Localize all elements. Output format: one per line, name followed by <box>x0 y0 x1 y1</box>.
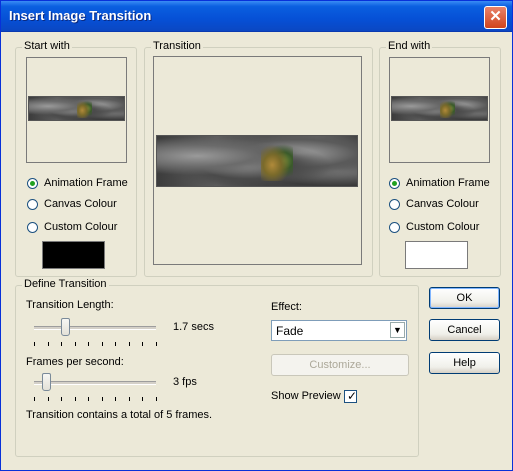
start-option-label: Animation Frame <box>44 177 128 189</box>
define-transition-title: Define Transition <box>22 278 109 290</box>
slider-tick <box>101 342 103 346</box>
start-option-canvas-colour[interactable]: Canvas Colour <box>27 197 117 211</box>
end-custom-colour-swatch[interactable] <box>405 241 468 269</box>
start-option-animation-frame[interactable]: Animation Frame <box>27 176 128 190</box>
slider-tick <box>88 397 90 401</box>
transition-group: Transition <box>144 40 373 277</box>
slider-tick <box>128 342 130 346</box>
start-frame-preview <box>26 57 127 163</box>
end-frame-trees <box>439 99 455 118</box>
slider-tick <box>128 397 130 401</box>
transition-length-value: 1.7 secs <box>173 321 214 333</box>
end-option-label: Custom Colour <box>406 221 480 233</box>
help-button[interactable]: Help <box>429 352 500 374</box>
start-option-custom-colour[interactable]: Custom Colour <box>27 220 117 234</box>
frame-total-summary: Transition contains a total of 5 frames. <box>26 409 213 421</box>
start-custom-colour-swatch[interactable] <box>42 241 105 269</box>
chevron-down-icon[interactable]: ▼ <box>390 322 405 338</box>
end-option-animation-frame[interactable]: Animation Frame <box>389 176 490 190</box>
slider-tick <box>61 342 63 346</box>
end-option-label: Canvas Colour <box>406 198 479 210</box>
slider-tick <box>115 397 117 401</box>
start-radio-animation-frame[interactable] <box>27 177 38 189</box>
transition-length-track <box>34 326 156 330</box>
end-option-custom-colour[interactable]: Custom Colour <box>389 220 479 234</box>
start-radio-custom-colour[interactable] <box>27 221 38 233</box>
slider-tick <box>88 342 90 346</box>
end-frame-preview <box>389 57 490 163</box>
end-with-title: End with <box>386 40 433 52</box>
frames-per-second-value: 3 fps <box>173 376 197 388</box>
end-frame-image <box>391 96 488 121</box>
slider-tick <box>74 342 76 346</box>
start-option-label: Custom Colour <box>44 221 118 233</box>
end-option-canvas-colour[interactable]: Canvas Colour <box>389 197 479 211</box>
start-frame-trees <box>76 99 92 118</box>
start-frame-image <box>28 96 125 121</box>
dialog-body: Start with Animation Frame Canvas Colour… <box>1 32 512 470</box>
start-option-label: Canvas Colour <box>44 198 117 210</box>
start-with-group: Start with Animation Frame Canvas Colour… <box>15 40 137 277</box>
ok-button[interactable]: OK <box>429 287 500 309</box>
transition-length-label: Transition Length: <box>26 299 114 311</box>
start-with-title: Start with <box>22 40 72 52</box>
dialog-window: Insert Image Transition ✕ Start with Ani… <box>0 0 513 471</box>
slider-tick <box>61 397 63 401</box>
slider-tick <box>74 397 76 401</box>
show-preview-checkbox[interactable]: ✓ <box>344 389 358 403</box>
slider-tick <box>142 397 144 401</box>
customize-button[interactable]: Customize... <box>271 354 409 376</box>
slider-tick <box>47 397 49 401</box>
title-bar[interactable]: Insert Image Transition ✕ <box>1 1 512 32</box>
check-icon: ✓ <box>347 389 358 403</box>
start-radio-canvas-colour[interactable] <box>27 198 38 210</box>
transition-frame-trees <box>261 141 293 181</box>
transition-length-slider[interactable] <box>60 318 70 336</box>
close-icon[interactable]: ✕ <box>484 6 507 29</box>
frames-per-second-label: Frames per second: <box>26 356 124 368</box>
slider-tick <box>142 342 144 346</box>
slider-tick <box>34 397 35 401</box>
window-title: Insert Image Transition <box>9 8 152 23</box>
transition-frame-image <box>156 135 358 187</box>
frames-per-second-track <box>34 381 156 385</box>
end-with-group: End with Animation Frame Canvas Colour C… <box>379 40 501 277</box>
end-radio-custom-colour[interactable] <box>389 221 400 233</box>
end-radio-animation-frame[interactable] <box>389 177 400 189</box>
slider-tick <box>47 342 49 346</box>
effect-select-value: Fade <box>276 324 304 338</box>
transition-preview <box>153 56 362 265</box>
slider-tick <box>115 342 117 346</box>
effect-select[interactable]: Fade ▼ <box>271 320 407 341</box>
slider-tick <box>156 397 157 401</box>
slider-tick <box>101 397 103 401</box>
slider-tick <box>34 342 35 346</box>
effect-label: Effect: <box>271 301 302 313</box>
end-option-label: Animation Frame <box>406 177 490 189</box>
end-radio-canvas-colour[interactable] <box>389 198 400 210</box>
transition-title: Transition <box>151 40 203 52</box>
cancel-button[interactable]: Cancel <box>429 319 500 341</box>
define-transition-group: Define Transition Transition Length: 1.7… <box>15 278 419 457</box>
show-preview-label: Show Preview <box>271 390 341 402</box>
slider-tick <box>156 342 157 346</box>
frames-per-second-slider[interactable] <box>42 373 52 391</box>
